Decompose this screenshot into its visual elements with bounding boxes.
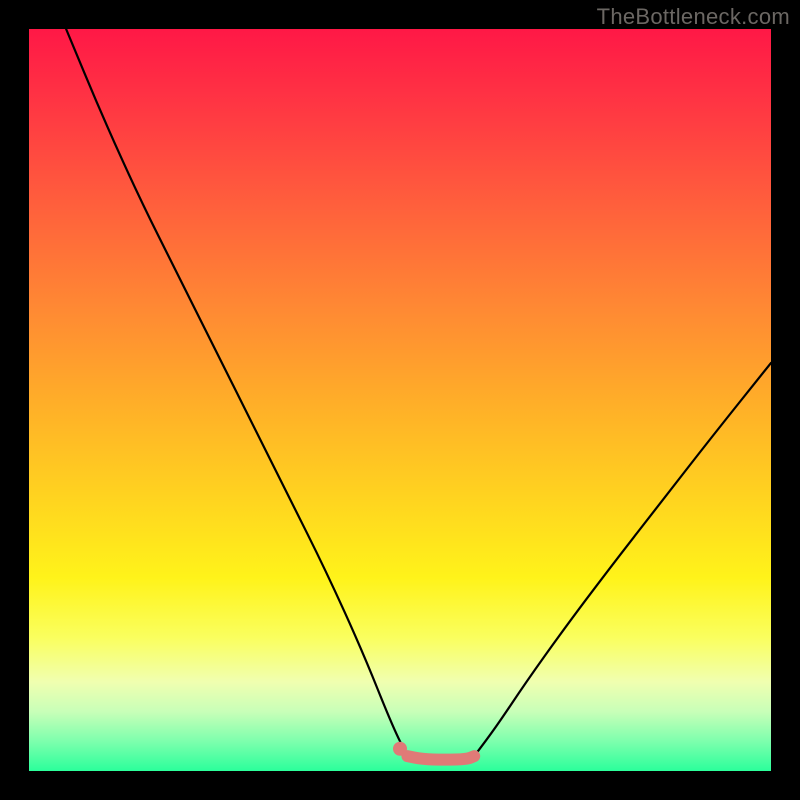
v-curve-left <box>66 29 407 756</box>
curve-group <box>66 29 771 760</box>
flat-bottom-highlight <box>407 756 474 760</box>
chart-frame: TheBottleneck.com <box>0 0 800 800</box>
watermark-text: TheBottleneck.com <box>597 4 790 30</box>
plot-area <box>29 29 771 771</box>
curve-svg <box>29 29 771 771</box>
bottom-dot <box>393 742 407 756</box>
v-curve-right <box>474 363 771 756</box>
